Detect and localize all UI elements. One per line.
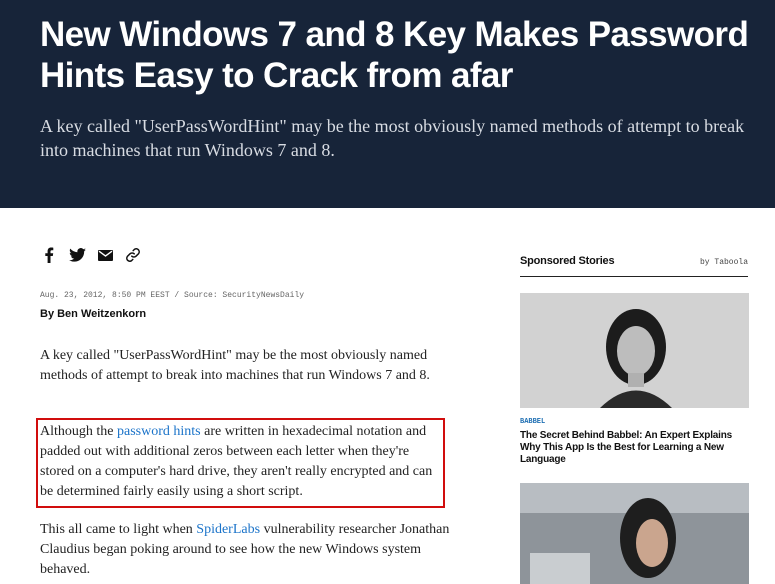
- p2-text-before: Although the: [40, 424, 117, 439]
- paragraph-1: A key called "UserPassWordHint" may be t…: [40, 348, 430, 383]
- password-hints-link[interactable]: password hints: [117, 424, 201, 439]
- mail-icon[interactable]: [96, 246, 114, 264]
- byline: By Ben Weitzenkorn: [40, 308, 147, 320]
- sponsored-image-2[interactable]: [520, 483, 749, 584]
- article-title: New Windows 7 and 8 Key Makes Password H…: [40, 15, 749, 95]
- twitter-icon[interactable]: [68, 246, 86, 264]
- p3-text-before: This all came to light when: [40, 522, 197, 537]
- facebook-icon[interactable]: [40, 246, 58, 264]
- article-meta: Aug. 23, 2012, 8:50 PM EEST / Source: Se…: [40, 291, 305, 300]
- sponsored-title: Sponsored Stories: [520, 255, 615, 267]
- card-kicker: BABBEL: [520, 418, 546, 426]
- sponsored-card-title[interactable]: The Secret Behind Babbel: An Expert Expl…: [520, 430, 748, 466]
- taboola-credit[interactable]: by Taboola: [700, 258, 748, 267]
- share-bar: [40, 246, 142, 264]
- article-header: New Windows 7 and 8 Key Makes Password H…: [0, 0, 775, 208]
- link-icon[interactable]: [124, 246, 142, 264]
- paragraph-3: This all came to light when SpiderLabs v…: [40, 520, 450, 580]
- sidebar-divider: [520, 276, 748, 277]
- spiderlabs-link[interactable]: SpiderLabs: [196, 522, 260, 537]
- article-dek: A key called "UserPassWordHint" may be t…: [40, 116, 745, 160]
- sponsored-image-1[interactable]: [520, 293, 749, 408]
- paragraph-2: Although the password hints are written …: [40, 422, 445, 502]
